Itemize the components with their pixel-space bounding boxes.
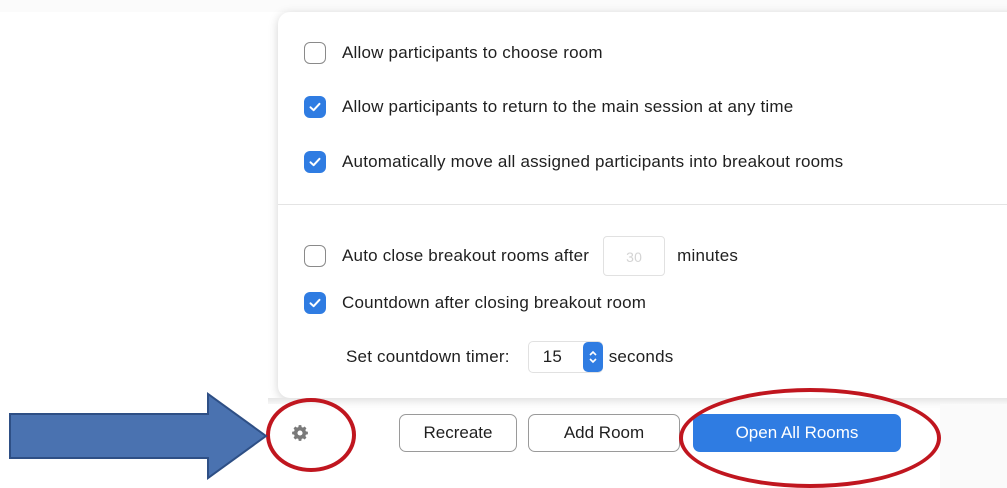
checkbox-auto-close[interactable] xyxy=(304,245,326,267)
countdown-label: Countdown after closing breakout room xyxy=(342,293,647,312)
right-arrow-icon xyxy=(9,392,268,480)
checkbox-countdown[interactable] xyxy=(304,292,326,314)
checkbox-return-main[interactable] xyxy=(304,96,326,118)
checkbox-auto-move[interactable] xyxy=(304,151,326,173)
breakout-options-panel: Allow participants to choose room Allow … xyxy=(278,12,1007,398)
check-icon xyxy=(309,157,321,167)
checkbox-choose-room[interactable] xyxy=(304,42,326,64)
window-edge xyxy=(940,404,1007,488)
option-auto-move-label: Automatically move all assigned particip… xyxy=(342,152,844,171)
annotation-circle-gear xyxy=(266,398,356,472)
option-return-main[interactable]: Allow participants to return to the main… xyxy=(304,94,793,120)
option-auto-close[interactable]: Auto close breakout rooms after 30 minut… xyxy=(304,235,738,277)
auto-close-minutes-input[interactable]: 30 xyxy=(603,236,666,276)
option-choose-room-label: Allow participants to choose room xyxy=(342,43,603,62)
option-auto-move[interactable]: Automatically move all assigned particip… xyxy=(304,149,843,175)
check-icon xyxy=(309,102,321,112)
auto-close-unit: minutes xyxy=(677,246,739,265)
panel-edge xyxy=(268,398,1007,404)
add-room-button[interactable]: Add Room xyxy=(528,414,680,452)
up-down-chevron-icon[interactable] xyxy=(582,342,603,372)
open-all-rooms-button[interactable]: Open All Rooms xyxy=(693,414,901,452)
option-return-main-label: Allow participants to return to the main… xyxy=(342,97,794,116)
check-icon xyxy=(309,298,321,308)
option-countdown[interactable]: Countdown after closing breakout room xyxy=(304,290,646,316)
countdown-timer-value[interactable]: 15 xyxy=(543,347,583,367)
section-divider xyxy=(278,204,1007,205)
auto-close-label: Auto close breakout rooms after xyxy=(342,246,590,265)
countdown-timer-label: Set countdown timer: xyxy=(346,347,510,366)
countdown-timer-stepper[interactable]: 15 xyxy=(527,341,603,373)
countdown-timer-unit: seconds xyxy=(608,347,674,366)
option-choose-room[interactable]: Allow participants to choose room xyxy=(304,40,603,66)
gear-icon[interactable] xyxy=(291,424,309,442)
window-background xyxy=(0,0,1007,12)
countdown-timer-row: Set countdown timer: 15 seconds xyxy=(346,340,673,374)
recreate-button[interactable]: Recreate xyxy=(399,414,517,452)
